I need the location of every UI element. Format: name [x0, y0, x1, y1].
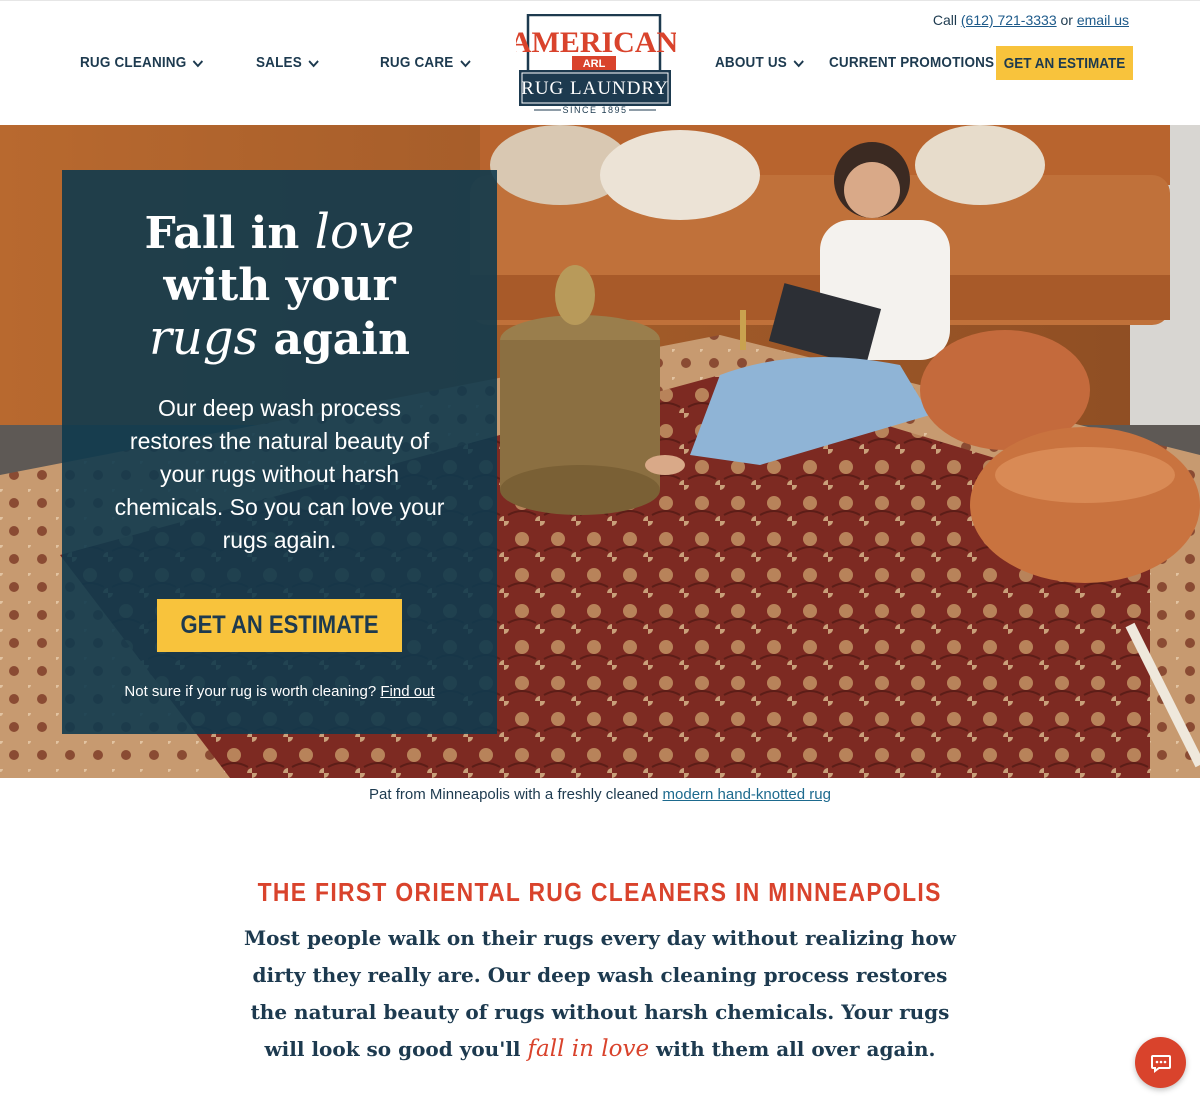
section-body-text-end: with them all over again. — [656, 1037, 936, 1061]
section-body: Most people walk on their rugs every day… — [240, 920, 960, 1068]
site-logo[interactable]: AMERICAN ARL RUG LAUNDRY SINCE 1895 — [516, 14, 676, 116]
hero-section: Fall in love with your rugs again Our de… — [0, 125, 1200, 778]
contact-bar: Call (612) 721-3333 or email us — [933, 12, 1129, 28]
chevron-down-icon — [308, 59, 319, 67]
logo-line2: RUG LAUNDRY — [521, 78, 669, 99]
section-heading: THE FIRST ORIENTAL RUG CLEANERS IN MINNE… — [0, 877, 1200, 908]
chat-bubble-icon — [1150, 1054, 1171, 1073]
nav-rug-cleaning[interactable]: RUG CLEANING — [80, 54, 204, 71]
hero-title: Fall in love with your rugs again — [62, 206, 497, 366]
logo-monogram: ARL — [583, 58, 606, 70]
find-out-link[interactable]: Find out — [380, 683, 434, 700]
hero-title-part: again — [273, 314, 411, 365]
logo-line1: AMERICAN — [516, 26, 676, 59]
contact-prefix: Call — [932, 12, 957, 28]
hero-title-script: rugs — [148, 310, 259, 366]
nav-about-us[interactable]: ABOUT US — [715, 54, 805, 71]
chevron-down-icon — [793, 59, 804, 67]
hero-panel: Fall in love with your rugs again Our de… — [62, 170, 497, 734]
chat-button[interactable] — [1135, 1037, 1186, 1088]
phone-link[interactable]: (612) 721-3333 — [961, 12, 1057, 28]
hero-title-part: with your — [163, 260, 396, 311]
section-body-love: fall in love — [527, 1036, 650, 1062]
hero-body: Our deep wash process restores the natur… — [114, 395, 445, 553]
get-estimate-button[interactable]: GET AN ESTIMATE — [996, 46, 1133, 80]
nav-current-promotions[interactable]: CURRENT PROMOTIONS — [829, 54, 994, 71]
nav-label: CURRENT PROMOTIONS — [829, 54, 995, 71]
email-link[interactable]: email us — [1077, 12, 1129, 28]
caption-text: Pat from Minneapolis with a freshly clea… — [369, 786, 659, 803]
photo-caption: Pat from Minneapolis with a freshly clea… — [0, 786, 1200, 803]
nav-sales[interactable]: SALES — [256, 54, 320, 71]
hero-cta-label: GET AN ESTIMATE — [180, 611, 379, 639]
nav-label: ABOUT US — [715, 54, 787, 71]
nav-rug-care[interactable]: RUG CARE — [380, 54, 471, 71]
nav-label: RUG CARE — [380, 54, 454, 71]
chevron-down-icon — [460, 59, 471, 67]
nav-label: RUG CLEANING — [80, 54, 187, 71]
chevron-down-icon — [192, 59, 204, 67]
logo-line3: SINCE 1895 — [562, 105, 627, 115]
section-heading-text: THE FIRST ORIENTAL RUG CLEANERS IN MINNE… — [257, 877, 943, 907]
contact-separator: or — [1060, 12, 1073, 28]
hero-title-part: Fall in — [144, 208, 300, 259]
hero-note: Not sure if your rug is worth cleaning? … — [62, 683, 497, 700]
hero-get-estimate-button[interactable]: GET AN ESTIMATE — [157, 599, 402, 652]
caption-link[interactable]: modern hand-knotted rug — [663, 786, 831, 803]
site-header: Call (612) 721-3333 or email us RUG CLEA… — [0, 0, 1200, 125]
nav-label: SALES — [256, 54, 302, 71]
get-estimate-label: GET AN ESTIMATE — [1003, 54, 1126, 72]
hero-title-script: love — [314, 204, 415, 260]
hero-note-text: Not sure if your rug is worth cleaning? — [124, 683, 377, 700]
